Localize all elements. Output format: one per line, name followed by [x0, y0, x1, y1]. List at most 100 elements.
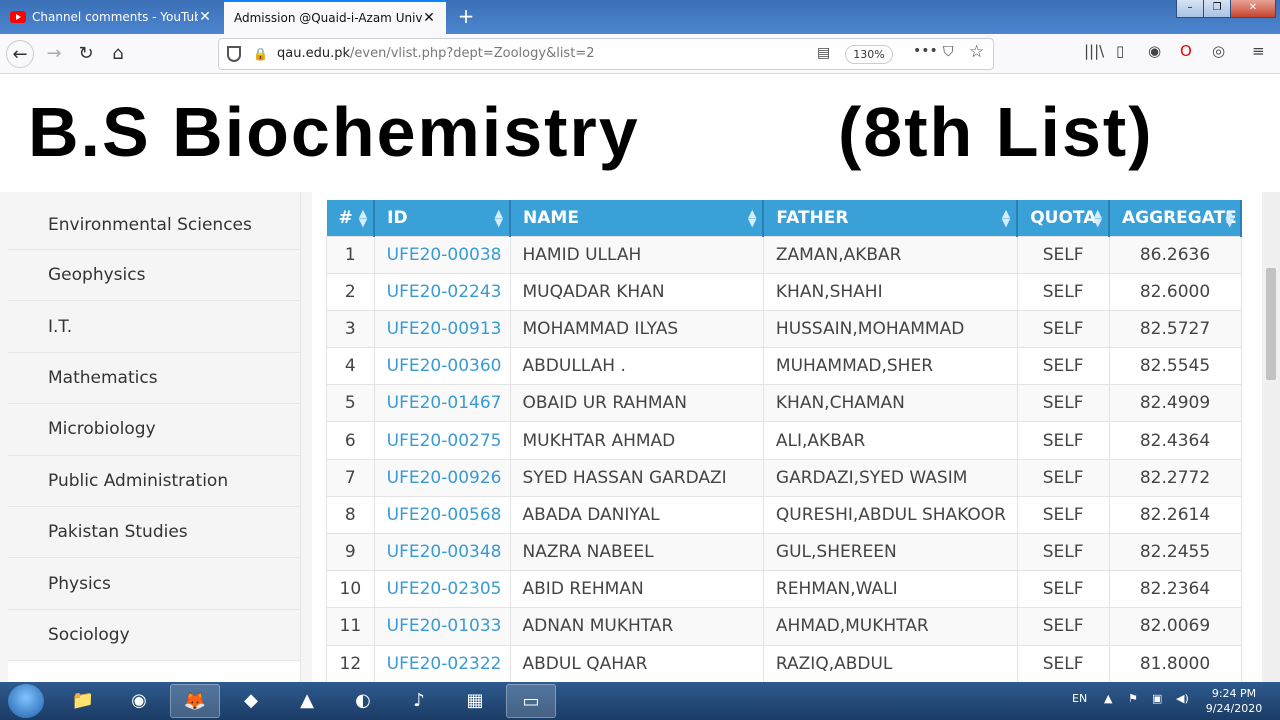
page-scrollbar[interactable]	[1262, 192, 1280, 682]
cell-father: KHAN,CHAMAN	[762, 384, 1018, 423]
account-icon[interactable]: ◉	[1148, 42, 1161, 60]
sidebar-item-it[interactable]: I.T.	[8, 301, 300, 353]
browser-tab-strip: Channel comments - YouTube ✕ Admission @…	[0, 0, 1280, 34]
start-button[interactable]	[8, 684, 44, 718]
cell-quota: SELF	[1016, 495, 1110, 535]
language-indicator[interactable]: EN	[1072, 692, 1087, 705]
back-icon[interactable]: ←	[6, 40, 34, 68]
sidebar-item-pakistan-studies[interactable]: Pakistan Studies	[8, 506, 300, 559]
address-bar[interactable]: 🔒 qau.edu.pk/even/vlist.php?dept=Zoology…	[218, 38, 994, 70]
cell-father: GUL,SHEREEN	[762, 532, 1018, 572]
table-body: 1 UFE20-00038 HAMID ULLAH ZAMAN,AKBAR SELF 86…	[326, 235, 1242, 682]
notepad-icon[interactable]: ▭	[506, 684, 556, 718]
reader-view-icon[interactable]: ▤	[817, 45, 830, 61]
sort-icon[interactable]: ▲ ▼	[748, 208, 756, 228]
cell-name: MUQADAR KHAN	[509, 272, 764, 311]
column-header-father[interactable]: FATHER ▲ ▼	[763, 200, 1019, 236]
cell-id-link[interactable]: UFE20-00348	[373, 532, 511, 572]
cell-quota: SELF	[1016, 272, 1110, 311]
sidebar-item-microbiology[interactable]: Microbiology	[8, 404, 300, 456]
insecure-lock-icon[interactable]: 🔒	[253, 47, 268, 61]
cell-aggregate: 86.2636	[1108, 235, 1242, 274]
show-hidden-icons-icon[interactable]: ▲	[1104, 692, 1112, 705]
sort-icon[interactable]: ▲ ▼	[359, 208, 367, 228]
action-center-icon[interactable]: ⚑	[1128, 692, 1138, 705]
tab-youtube[interactable]: Channel comments - YouTube ✕	[0, 0, 222, 34]
sort-icon[interactable]: ▲ ▼	[495, 208, 503, 228]
cell-id-link[interactable]: UFE20-00038	[373, 235, 511, 274]
cell-aggregate: 82.2455	[1108, 532, 1242, 572]
pocket-icon[interactable]: ⛉	[943, 44, 954, 60]
cell-id-link[interactable]: UFE20-00568	[373, 495, 511, 535]
column-header-id[interactable]: ID ▲ ▼	[374, 200, 512, 236]
menu-icon[interactable]: ≡	[1252, 42, 1265, 60]
reload-icon[interactable]: ↻	[72, 40, 100, 68]
media-app-icon[interactable]: ◐	[338, 684, 388, 718]
column-header-quota[interactable]: QUOTA ▲ ▼	[1017, 200, 1111, 236]
table-row: 3 UFE20-00913 MOHAMMAD ILYAS HUSSAIN,MOHAMM…	[326, 309, 1242, 349]
close-tab-icon[interactable]: ✕	[422, 10, 436, 26]
cell-number: 1	[326, 235, 375, 274]
scrollbar-thumb[interactable]	[1266, 268, 1276, 380]
sidebar-item-public-administration[interactable]: Public Administration	[8, 455, 300, 507]
page-actions-icon[interactable]: •••	[913, 43, 938, 59]
merit-list-table: # ▲ ▼ ID ▲ ▼ NAME ▲ ▼ FATHER ▲ ▼ QUOTA ▲ ▼ AGGREGA…	[326, 200, 1242, 682]
minimize-icon[interactable]: –	[1176, 0, 1204, 18]
zoom-level-button[interactable]: 130%	[845, 45, 893, 64]
sort-icon[interactable]: ▲ ▼	[1002, 208, 1010, 228]
filmora-icon[interactable]: ◆	[226, 684, 276, 718]
home-icon[interactable]: ⌂	[104, 40, 132, 68]
column-header-name[interactable]: NAME ▲ ▼	[510, 200, 765, 236]
opera-extension-icon[interactable]: O	[1180, 42, 1192, 60]
column-header-number[interactable]: # ▲ ▼	[326, 200, 376, 236]
sidebar-item-sociology[interactable]: Sociology	[8, 609, 300, 662]
cell-id-link[interactable]: UFE20-00360	[373, 347, 511, 386]
network-icon[interactable]: ▣	[1152, 692, 1162, 705]
url-text[interactable]: qau.edu.pk/even/vlist.php?dept=Zoology&l…	[277, 46, 594, 61]
audio-app-icon[interactable]: ♪	[394, 684, 444, 718]
cell-id-link[interactable]: UFE20-02243	[373, 272, 511, 311]
shield-icon[interactable]	[227, 46, 241, 62]
table-row: 4 UFE20-00360 ABDULLAH . MUHAMMAD,SHER SELF 8…	[326, 347, 1242, 386]
volume-icon[interactable]: ◀)	[1176, 692, 1189, 705]
vlc-icon[interactable]: ▲	[282, 684, 332, 718]
cell-id-link[interactable]: UFE20-01467	[373, 384, 511, 423]
cell-aggregate: 82.0069	[1108, 607, 1242, 646]
calculator-icon[interactable]: ▦	[450, 684, 500, 718]
sidebar-item-geophysics[interactable]: Geophysics	[8, 250, 300, 302]
bookmark-star-icon[interactable]: ☆	[969, 42, 984, 62]
cell-id-link[interactable]: UFE20-00913	[373, 309, 511, 349]
cell-father: KHAN,SHAHI	[762, 272, 1018, 311]
system-clock[interactable]: 9:24 PM 9/24/2020	[1198, 686, 1270, 716]
page-body: Environmental Sciences Geophysics I.T. M…	[0, 192, 1280, 682]
sort-icon[interactable]: ▲ ▼	[1094, 208, 1102, 228]
chrome-icon[interactable]: ◉	[114, 684, 164, 718]
column-header-aggregate[interactable]: AGGREGATE ▲ ▼	[1109, 200, 1242, 236]
sidebar-item-mathematics[interactable]: Mathematics	[8, 352, 300, 405]
cell-id-link[interactable]: UFE20-02322	[373, 644, 511, 682]
new-tab-button[interactable]: +	[454, 4, 478, 28]
library-icon[interactable]: |||\	[1084, 42, 1104, 60]
tab-admission[interactable]: Admission @Quaid-i-Azam Univers ✕	[224, 0, 446, 34]
sidebar-item-physics[interactable]: Physics	[8, 558, 300, 610]
cell-name: ABID REHMAN	[509, 570, 764, 609]
firefox-icon[interactable]: 🦊	[170, 684, 220, 718]
sort-icon[interactable]: ▲ ▼	[1226, 208, 1234, 228]
file-explorer-icon[interactable]: 📁	[58, 684, 108, 718]
maximize-icon[interactable]: ❐	[1203, 0, 1231, 18]
cell-id-link[interactable]: UFE20-00275	[373, 421, 511, 460]
cell-quota: SELF	[1016, 458, 1110, 497]
forward-icon[interactable]: →	[40, 40, 68, 68]
sidebar-item-environmental-sciences[interactable]: Environmental Sciences	[8, 192, 300, 250]
cell-id-link[interactable]: UFE20-01033	[373, 607, 511, 646]
clock-time: 9:24 PM	[1211, 687, 1257, 700]
cell-number: 7	[326, 458, 375, 497]
sidebar-toggle-icon[interactable]: ▯	[1116, 42, 1124, 60]
cell-id-link[interactable]: UFE20-02305	[373, 570, 511, 609]
cell-quota: SELF	[1016, 607, 1110, 646]
window-close-icon[interactable]: ✕	[1230, 0, 1276, 18]
cell-quota: SELF	[1016, 384, 1110, 423]
close-tab-icon[interactable]: ✕	[198, 9, 212, 25]
extension-icon[interactable]: ◎	[1212, 42, 1225, 60]
cell-id-link[interactable]: UFE20-00926	[373, 458, 511, 497]
